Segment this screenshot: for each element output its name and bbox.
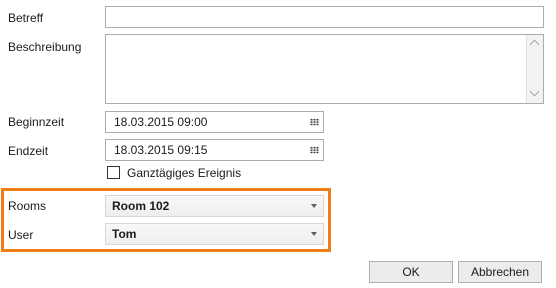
chevron-down-icon [311, 232, 317, 236]
cancel-button[interactable]: Abbrechen [458, 261, 542, 283]
calendar-icon[interactable] [310, 146, 319, 154]
start-time-label: Beginnzeit [8, 115, 65, 129]
subject-label: Betreff [8, 11, 44, 25]
scroll-up-icon[interactable] [529, 39, 540, 50]
end-time-picker[interactable]: 18.03.2015 09:15 [105, 139, 324, 161]
chevron-down-icon [311, 204, 317, 208]
end-time-value: 18.03.2015 09:15 [114, 143, 208, 157]
rooms-selected-value: Room 102 [112, 199, 170, 213]
all-day-checkbox[interactable] [107, 166, 120, 179]
rooms-dropdown[interactable]: Room 102 [105, 195, 324, 217]
scroll-down-icon[interactable] [529, 86, 540, 97]
all-day-label[interactable]: Ganztägiges Ereignis [127, 166, 241, 180]
start-time-picker[interactable]: 18.03.2015 09:00 [105, 111, 324, 133]
user-label: User [8, 228, 34, 242]
calendar-icon[interactable] [310, 118, 319, 126]
description-label: Beschreibung [8, 40, 82, 54]
ok-button[interactable]: OK [369, 261, 453, 283]
user-selected-value: Tom [112, 227, 137, 241]
description-scrollbar[interactable] [526, 35, 543, 103]
description-textarea[interactable] [105, 34, 544, 104]
rooms-label: Rooms [8, 199, 47, 213]
end-time-label: Endzeit [8, 144, 49, 158]
start-time-value: 18.03.2015 09:00 [114, 115, 208, 129]
user-dropdown[interactable]: Tom [105, 223, 324, 245]
subject-input[interactable] [105, 6, 544, 28]
